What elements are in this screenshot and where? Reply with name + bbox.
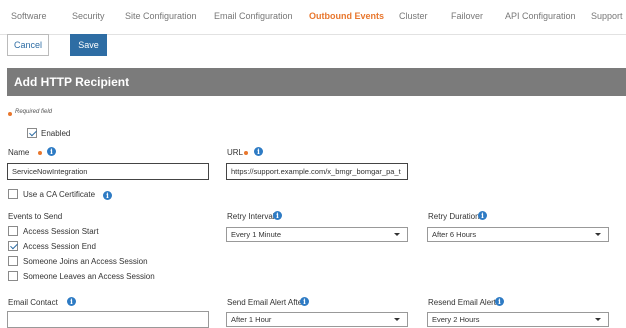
name-label: Name: [8, 148, 30, 157]
enabled-label: Enabled: [41, 129, 71, 138]
page-title: Add HTTP Recipient: [14, 75, 130, 89]
url-required-dot: [244, 151, 248, 155]
resend-alerts-value: Every 2 Hours: [432, 315, 480, 324]
url-label: URL: [227, 148, 244, 157]
send-alert-select[interactable]: After 1 Hour: [226, 312, 408, 327]
retry-duration-select[interactable]: After 6 Hours: [427, 227, 609, 242]
email-contact-field[interactable]: [7, 311, 209, 328]
send-alert-label: Send Email Alert After: [227, 298, 305, 307]
event-checkbox-someone-joins[interactable]: [8, 256, 18, 266]
resend-alerts-select[interactable]: Every 2 Hours: [427, 312, 609, 327]
event-label: Someone Joins an Access Session: [23, 257, 148, 266]
enabled-checkbox[interactable]: [27, 128, 37, 138]
url-field[interactable]: [226, 163, 408, 180]
tab-software[interactable]: Software: [11, 11, 47, 21]
retry-interval-select[interactable]: Every 1 Minute: [226, 227, 408, 242]
tab-cluster[interactable]: Cluster: [399, 11, 428, 21]
info-icon[interactable]: i: [495, 297, 504, 306]
name-required-dot: [38, 151, 42, 155]
retry-interval-value: Every 1 Minute: [231, 230, 282, 239]
required-note: Required field: [15, 109, 53, 115]
tab-site-configuration[interactable]: Site Configuration: [125, 11, 197, 21]
save-button[interactable]: Save: [70, 34, 107, 56]
event-checkbox-access-session-end[interactable]: [8, 241, 18, 251]
info-icon[interactable]: i: [67, 297, 76, 306]
chevron-down-icon: [394, 233, 400, 236]
tab-email-configuration[interactable]: Email Configuration: [214, 11, 293, 21]
chevron-down-icon: [595, 233, 601, 236]
event-checkbox-someone-leaves[interactable]: [8, 271, 18, 281]
info-icon[interactable]: i: [103, 191, 112, 200]
tab-outbound-events[interactable]: Outbound Events: [309, 11, 384, 21]
email-contact-label: Email Contact: [8, 298, 58, 307]
chevron-down-icon: [394, 318, 400, 321]
retry-interval-label: Retry Interval: [227, 212, 275, 221]
event-label: Access Session Start: [23, 227, 99, 236]
tab-api-configuration[interactable]: API Configuration: [505, 11, 576, 21]
chevron-down-icon: [595, 318, 601, 321]
required-dot: [8, 112, 12, 116]
info-icon[interactable]: i: [478, 211, 487, 220]
name-field[interactable]: [7, 163, 209, 180]
panel-header: Add HTTP Recipient: [7, 68, 626, 96]
events-label: Events to Send: [8, 212, 63, 221]
tab-support[interactable]: Support: [591, 11, 623, 21]
tab-security[interactable]: Security: [72, 11, 105, 21]
event-label: Someone Leaves an Access Session: [23, 272, 155, 281]
http-recipient-form: Required field Enabled Name i URL i Use …: [7, 96, 626, 328]
ca-certificate-checkbox[interactable]: [8, 189, 18, 199]
event-label: Access Session End: [23, 242, 96, 251]
tab-failover[interactable]: Failover: [451, 11, 483, 21]
retry-duration-value: After 6 Hours: [432, 230, 477, 239]
ca-certificate-label: Use a CA Certificate: [23, 190, 96, 199]
cancel-button[interactable]: Cancel: [7, 34, 49, 56]
send-alert-value: After 1 Hour: [231, 315, 272, 324]
tab-bar: Software Security Site Configuration Ema…: [0, 0, 626, 35]
event-checkbox-access-session-start[interactable]: [8, 226, 18, 236]
info-icon[interactable]: i: [254, 147, 263, 156]
info-icon[interactable]: i: [300, 297, 309, 306]
resend-alerts-label: Resend Email Alerts: [428, 298, 501, 307]
info-icon[interactable]: i: [273, 211, 282, 220]
retry-duration-label: Retry Duration: [428, 212, 480, 221]
info-icon[interactable]: i: [47, 147, 56, 156]
